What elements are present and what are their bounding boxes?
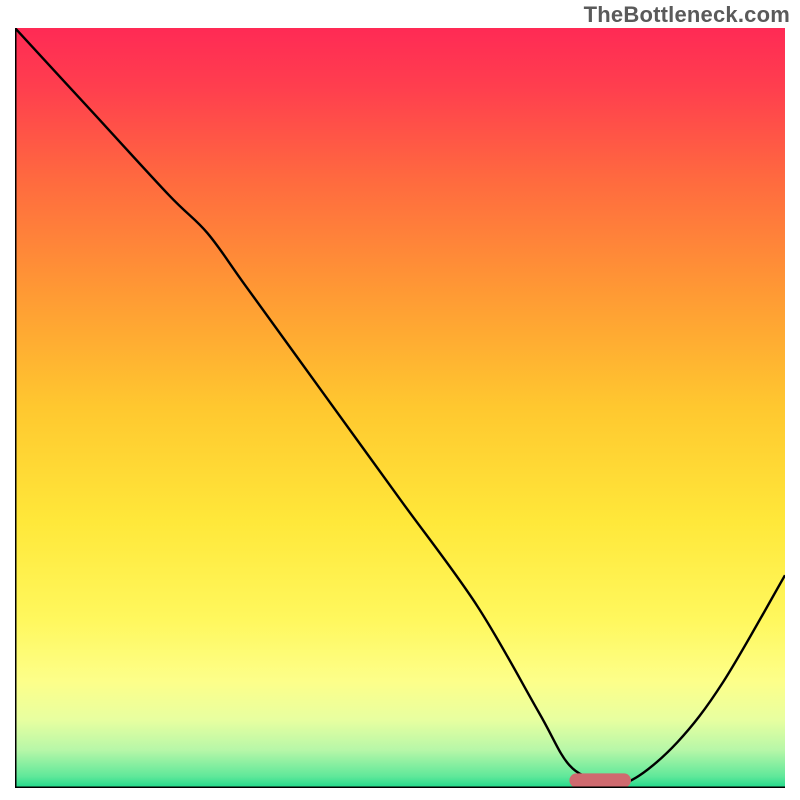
watermark-text: TheBottleneck.com xyxy=(584,2,790,28)
optimum-marker xyxy=(569,773,631,787)
chart-svg xyxy=(15,28,785,788)
bottleneck-chart xyxy=(15,28,785,788)
gradient-background xyxy=(15,28,785,788)
